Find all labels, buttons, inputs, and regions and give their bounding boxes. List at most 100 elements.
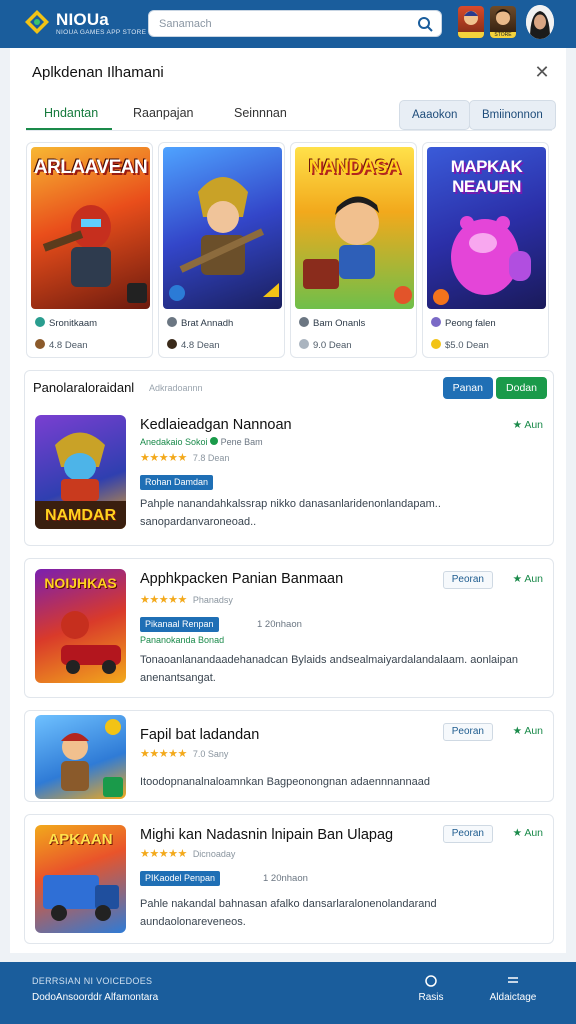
warrior-avatar[interactable]: STORE (490, 6, 516, 38)
app-badge-note: 1 20nhaon (263, 873, 308, 884)
app-developer-name: Anedakaio Sokoi (140, 437, 208, 447)
featured-developer-name: Peong falen (445, 318, 496, 329)
featured-developer: Brat Annadh (167, 317, 233, 329)
app-card[interactable]: Fapil bat ladandan Peoran ★ Aun ★★★★★ 7.0… (24, 710, 554, 802)
app-tag[interactable]: Peoran (442, 723, 493, 741)
user-profile-icon (526, 5, 554, 39)
footer-bar: DERRSIAN NI VOICEDOES DodoAnsoorddr Alfa… (0, 962, 576, 1024)
crown-icon (431, 339, 441, 349)
app-tag[interactable]: Peoran (442, 825, 493, 843)
avatar-caption: STORE (490, 32, 516, 38)
footer-nav-item[interactable]: Rasis (396, 974, 466, 1003)
app-art[interactable]: NOIJHKAS (35, 569, 126, 683)
featured-developer: Sronitkaam (35, 317, 97, 329)
featured-developer: Peong falen (431, 317, 496, 329)
featured-card[interactable]: NANDASA Bam Onanls 9.0 Dean (290, 142, 417, 358)
featured-developer: Bam Onanls (299, 317, 365, 329)
app-name[interactable]: Kedlaieadgan Nannoan (140, 417, 292, 433)
close-icon[interactable]: ✕ (532, 62, 552, 82)
app-name[interactable]: Apphkpacken Panian Banmaan (140, 571, 343, 587)
featured-card[interactable]: Brat Annadh 4.8 Dean (158, 142, 285, 358)
star-rating: ★★★★★ 7.0 Sany (140, 747, 228, 760)
stars-glyphs: ★★★★★ (140, 748, 187, 760)
app-rating: ★ Aun (512, 827, 543, 839)
app-art-title: NOIJHKAS (44, 575, 117, 591)
adventurer-icon (61, 719, 123, 797)
top-bar: NIOUa NIOUA GAMES APP STORE Sanamach STO… (0, 0, 576, 48)
brand-tagline: NIOUA GAMES APP STORE (56, 29, 147, 36)
featured-meta: 9.0 Dean (299, 339, 352, 351)
filter-button-a[interactable]: Aaaokon (399, 100, 471, 130)
brand-name[interactable]: NIOUa (56, 10, 109, 30)
star-meta: Dicnoaday (192, 849, 236, 859)
logo-icon[interactable] (24, 9, 50, 35)
filter-button-b[interactable]: Bmiinonnon (469, 100, 556, 130)
search-input[interactable]: Sanamach (148, 10, 442, 37)
avatar-icon (35, 339, 45, 349)
footer-nav-label: Aldaictage (489, 992, 537, 1003)
tab-popular[interactable]: Raanpajan (133, 106, 193, 120)
app-tag[interactable]: Peoran (442, 571, 493, 589)
cartoon-boy-icon (303, 196, 412, 304)
app-rating: ★ Aun (512, 419, 543, 431)
app-name[interactable]: Fapil bat ladandan (140, 727, 259, 743)
footer-nav-label: Rasis (418, 992, 444, 1003)
footer-line-1: DERRSIAN NI VOICEDOES (32, 976, 153, 986)
developer-icon (167, 317, 177, 327)
search-placeholder: Sanamach (159, 18, 212, 30)
developer-icon (431, 317, 441, 327)
section-secondary-button[interactable]: Dodan (496, 377, 547, 399)
app-rating: ★ Aun (512, 725, 543, 737)
main-panel: Aplkdenan Ilhamani ✕ Hndantan Raanpajan … (10, 48, 566, 953)
app-art[interactable] (35, 715, 126, 799)
featured-art: MAPKAK NEAUEN (427, 147, 546, 309)
app-card[interactable]: NOIJHKAS Apphkpacken Panian Banmaan Peor… (24, 558, 554, 698)
featured-art (163, 147, 282, 309)
app-description: Pahple nanandahkalssrap nikko danasanlar… (140, 498, 441, 528)
app-art[interactable]: APKAAN (35, 825, 126, 933)
developer-icon (35, 317, 45, 327)
bird-icon (299, 339, 309, 349)
robot-hero-icon (42, 205, 147, 303)
featured-art: ARLAAVEAN (31, 147, 150, 309)
app-art[interactable]: NAMDAR (35, 415, 126, 529)
star-rating: ★★★★★ Dicnoaday (140, 847, 235, 860)
featured-meta: $5.0 Dean (431, 339, 489, 351)
footer-nav-item[interactable]: Aldaictage (478, 974, 548, 1003)
featured-meta-text: $5.0 Dean (445, 340, 489, 351)
star-meta: 7.8 Dean (192, 453, 230, 463)
app-description: Itoodopnanalnaloamnkan Bagpeonongnan ada… (140, 776, 430, 788)
stars-glyphs: ★★★★★ (140, 848, 187, 860)
stars-glyphs: ★★★★★ (140, 452, 187, 464)
footer-line-2: DodoAnsoorddr Alfamontara (32, 992, 159, 1003)
star-rating: ★★★★★ 7.8 Dean (140, 451, 229, 464)
app-description: Tonaoanlanandaadehanadcan Bylaids andsea… (140, 654, 518, 684)
hero-avatar[interactable] (458, 6, 484, 38)
app-developer: Pananokanda Bonad (140, 635, 225, 645)
app-name[interactable]: Mighi kan Nadasnin lnipain Ban Ulapag (140, 827, 393, 843)
tab-new[interactable]: Seinnnan (234, 106, 287, 120)
featured-card[interactable]: ARLAAVEAN Sronitkaam 4.8 Dean (26, 142, 153, 358)
app-badge-note: 1 20nhaon (257, 619, 302, 630)
search-icon[interactable] (417, 16, 433, 32)
tab-home[interactable]: Hndantan (44, 106, 98, 120)
section-primary-button[interactable]: Panan (442, 377, 493, 399)
featured-developer-name: Sronitkaam (49, 318, 98, 329)
user-avatar[interactable] (526, 5, 554, 39)
featured-developer-name: Brat Annadh (181, 318, 234, 329)
pink-creature-icon (433, 216, 531, 305)
app-art-title: APKAAN (48, 831, 113, 848)
featured-art: NANDASA (295, 147, 414, 309)
app-card[interactable]: APKAAN Mighi kan Nadasnin lnipain Ban Ul… (24, 814, 554, 944)
section-card: Panolaraloraidanl Adkradoannn Panan Doda… (24, 370, 554, 546)
featured-card[interactable]: MAPKAK NEAUEN Peong falen $5.0 Dean (422, 142, 549, 358)
developer-icon (299, 317, 309, 327)
featured-meta-text: 4.8 Dean (49, 340, 88, 351)
star-meta: 7.0 Sany (192, 749, 229, 759)
featured-meta: 4.8 Dean (167, 339, 220, 351)
tabs-divider (26, 130, 552, 131)
featured-developer-name: Bam Onanls (313, 318, 366, 329)
featured-meta-text: 9.0 Dean (313, 340, 352, 351)
app-badge: Rohan Damdan (140, 475, 214, 490)
app-art-title: NAMDAR (44, 507, 117, 524)
